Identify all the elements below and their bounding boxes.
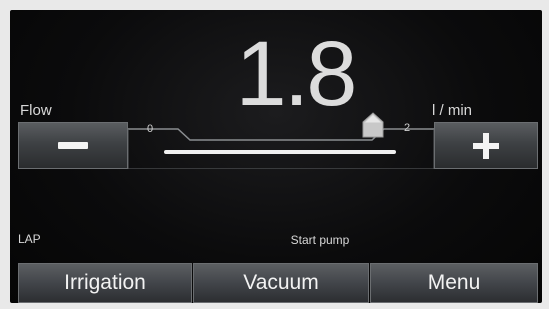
- slider-handle-icon[interactable]: [362, 112, 384, 138]
- slider-min-label: 0: [147, 123, 154, 135]
- slider-frame: [128, 128, 434, 169]
- flow-label: Flow: [20, 102, 52, 119]
- unit-label: l / min: [432, 102, 473, 119]
- decrease-flow-button[interactable]: [18, 122, 128, 169]
- flow-value-display: 1.8: [235, 23, 358, 125]
- flow-slider[interactable]: 0 2: [128, 112, 434, 169]
- slider-frame-sides: [128, 129, 434, 169]
- plus-icon: [473, 132, 499, 159]
- slider-frame-top: [128, 128, 434, 141]
- mode-label: LAP: [18, 232, 41, 246]
- vacuum-button[interactable]: Vacuum: [193, 263, 369, 303]
- pump-control-screen: 1.8 Flow l / min 0 2 LAP Start pump Irri…: [10, 10, 542, 303]
- status-message: Start pump: [290, 233, 350, 247]
- minus-icon: [58, 142, 88, 149]
- menu-button[interactable]: Menu: [370, 263, 538, 303]
- slider-max-label: 2: [404, 122, 411, 134]
- irrigation-button[interactable]: Irrigation: [18, 263, 192, 303]
- increase-flow-button[interactable]: [434, 122, 538, 169]
- slider-track: [164, 150, 396, 154]
